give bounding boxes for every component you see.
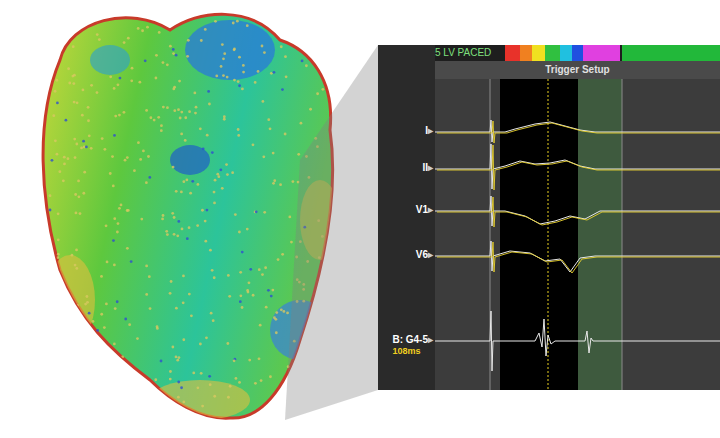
header-title: 5 LV PACED: [435, 45, 505, 61]
header-bar: 5 LV PACED: [378, 45, 720, 61]
header-segment: [572, 45, 583, 61]
lead-label: I▸: [425, 125, 433, 137]
lead-reading: 108ms: [392, 346, 433, 357]
lead-label: II▸: [422, 162, 433, 174]
ecg-trace: [435, 144, 720, 190]
activation-map[interactable]: [0, 0, 378, 438]
zoom-wedge: [0, 0, 720, 438]
header-segment: [622, 45, 720, 61]
lead-labels: I▸ II▸ V1▸ V6▸ B: G4-5▸108ms: [378, 79, 435, 390]
figure: 5 LV PACEDTrigger Setup I▸ II▸ V1▸ V6▸ B: G4-…: [0, 0, 720, 438]
header-segment: [505, 45, 520, 61]
ecg-trace: [435, 241, 720, 273]
ecg-trace: [435, 120, 720, 143]
header-segment: [520, 45, 532, 61]
ecg-trace: [435, 196, 720, 227]
header-segment: [560, 45, 572, 61]
header-segment: [583, 45, 620, 61]
header-segment: [532, 45, 545, 61]
lead-label: V6▸: [416, 249, 433, 261]
lead-label: B: G4-5▸108ms: [392, 334, 433, 357]
lead-label: V1▸: [416, 204, 433, 216]
trace-area: I▸ II▸ V1▸ V6▸ B: G4-5▸108ms: [378, 79, 720, 390]
trigger-setup-bar: Trigger Setup: [378, 61, 720, 79]
map-area: [0, 0, 378, 438]
ecg-trace: [435, 311, 720, 371]
ecg-panel: 5 LV PACEDTrigger Setup I▸ II▸ V1▸ V6▸ B: G4-…: [378, 45, 720, 390]
ecg-traces: [435, 79, 720, 390]
header-segment: [545, 45, 560, 61]
